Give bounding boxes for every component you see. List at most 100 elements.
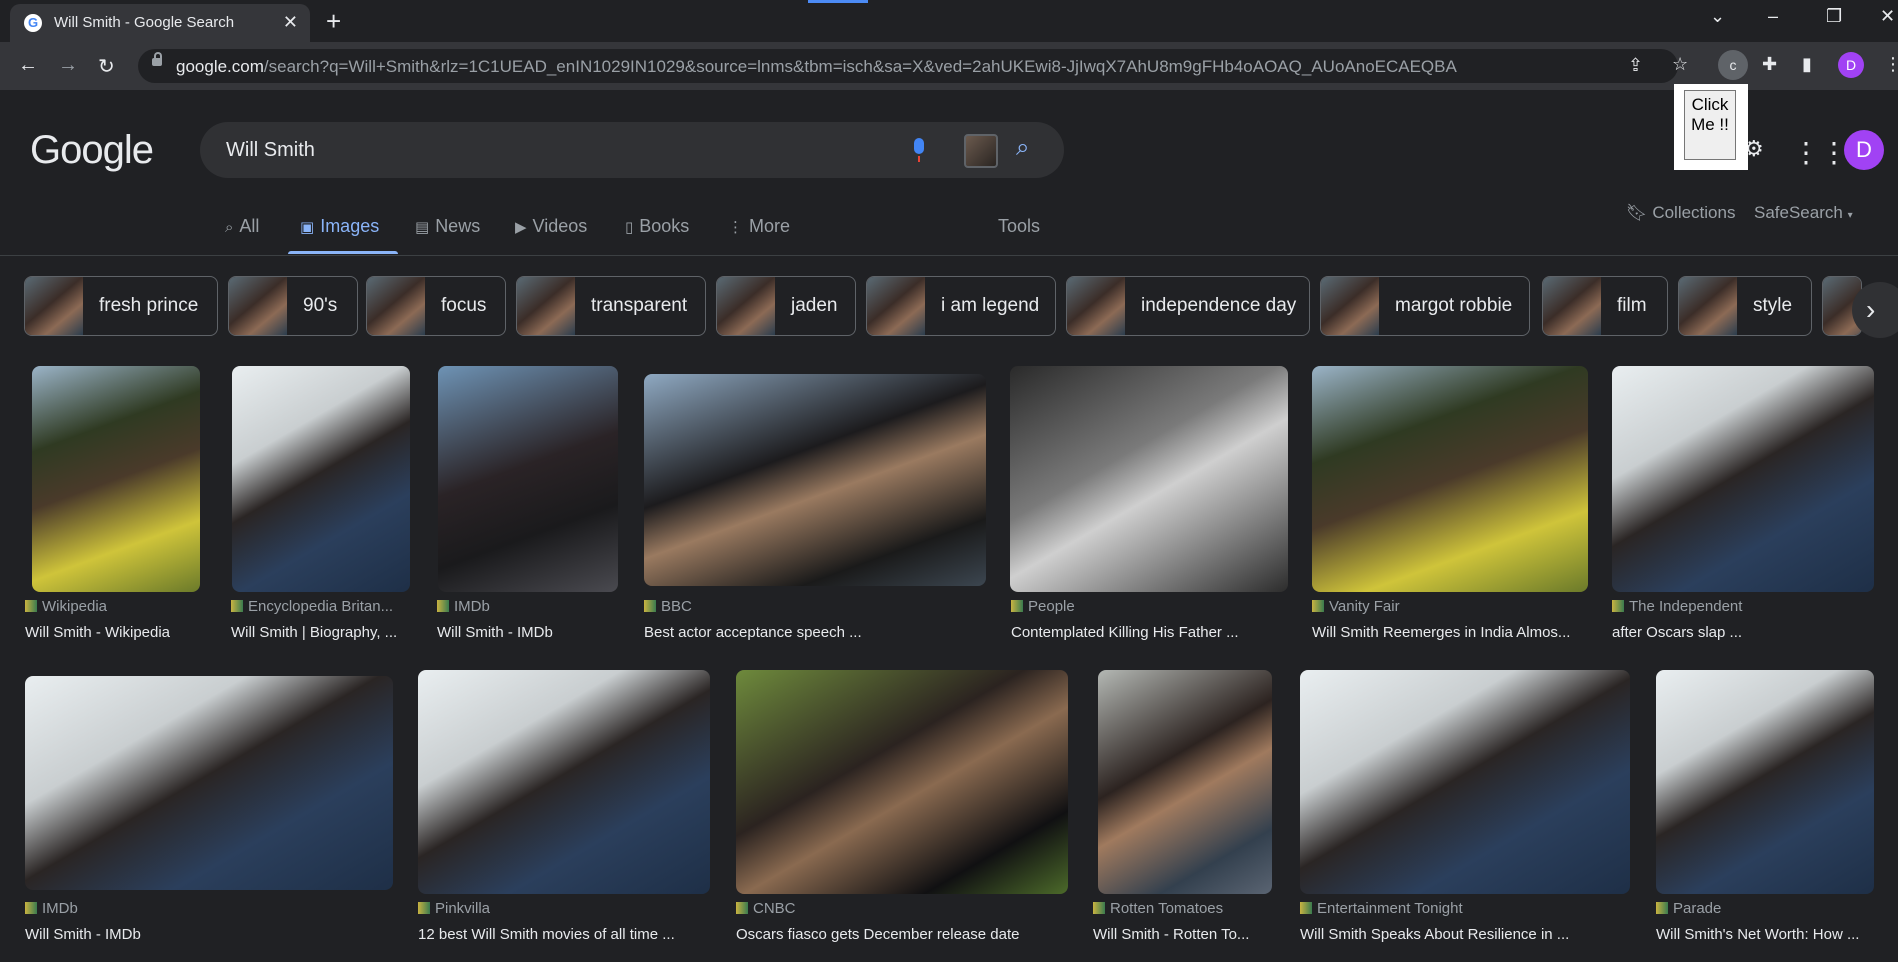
chip-margot-robbie[interactable]: margot robbie <box>1320 276 1530 336</box>
safesearch-dropdown[interactable]: SafeSearch ▾ <box>1754 203 1853 223</box>
voice-search-icon[interactable] <box>914 138 924 162</box>
back-icon[interactable]: ← <box>18 54 38 77</box>
account-avatar[interactable]: D <box>1844 130 1884 170</box>
google-logo[interactable]: Google <box>30 128 154 173</box>
result-thumbnail[interactable] <box>1300 670 1630 894</box>
result-thumbnail[interactable] <box>1098 670 1272 894</box>
browser-tab[interactable]: G Will Smith - Google Search ✕ <box>10 4 310 42</box>
result-thumbnail[interactable] <box>25 676 393 890</box>
result-thumbnail[interactable] <box>232 366 410 592</box>
chip-independence-day[interactable]: independence day <box>1066 276 1310 336</box>
result-thumbnail[interactable] <box>1010 366 1288 592</box>
chip-label: margot robbie <box>1395 295 1513 316</box>
result-source[interactable]: Parade <box>1656 900 1721 917</box>
result-title[interactable]: Best actor acceptance speech ... <box>644 624 984 641</box>
result-title[interactable]: Will Smith | Biography, ... <box>231 624 411 641</box>
result-source[interactable]: Pinkvilla <box>418 900 490 917</box>
result-thumbnail[interactable] <box>32 366 200 592</box>
tab-books[interactable]: ▯ Books <box>625 216 689 237</box>
reload-icon[interactable]: ↻ <box>98 54 115 79</box>
chip-focus[interactable]: focus <box>366 276 506 336</box>
result-source[interactable]: IMDb <box>25 900 78 917</box>
video-icon: ▶ <box>515 219 527 236</box>
chip-label: film <box>1617 295 1647 316</box>
result-source[interactable]: Rotten Tomatoes <box>1093 900 1223 917</box>
forward-icon[interactable]: → <box>58 54 78 77</box>
browser-tab-strip: G Will Smith - Google Search ✕ + ⌄ – ❐ ✕ <box>0 0 1898 42</box>
result-source[interactable]: People <box>1011 598 1075 615</box>
close-tab-icon[interactable]: ✕ <box>283 12 298 33</box>
window-close-icon[interactable]: ✕ <box>1880 6 1895 27</box>
tab-news[interactable]: ▤ News <box>415 216 480 237</box>
result-title[interactable]: Contemplated Killing His Father ... <box>1011 624 1289 641</box>
result-thumbnail[interactable] <box>736 670 1068 894</box>
result-thumbnail[interactable] <box>1312 366 1588 592</box>
tools-button[interactable]: Tools <box>998 216 1040 237</box>
result-title[interactable]: Will Smith - IMDb <box>25 926 393 943</box>
result-title[interactable]: 12 best Will Smith movies of all time ..… <box>418 926 710 943</box>
result-title[interactable]: Will Smith - Rotten To... <box>1093 926 1275 943</box>
result-title[interactable]: Will Smith - IMDb <box>437 624 617 641</box>
search-box[interactable]: Will Smith ⌕ <box>200 122 1064 178</box>
tab-videos[interactable]: ▶ Videos <box>515 216 587 237</box>
result-title[interactable]: Will Smith Speaks About Resilience in ..… <box>1300 926 1630 943</box>
result-source[interactable]: BBC <box>644 598 692 615</box>
tab-more[interactable]: ⋮ More <box>728 216 790 237</box>
result-source[interactable]: Vanity Fair <box>1312 598 1400 615</box>
browser-menu-icon[interactable]: ⋮ <box>1884 54 1898 75</box>
search-input[interactable]: Will Smith <box>226 139 315 162</box>
url-text[interactable]: google.com/search?q=Will+Smith&rlz=1C1UE… <box>176 57 1457 77</box>
result-title[interactable]: Will Smith - Wikipedia <box>25 624 205 641</box>
browser-toolbar: ← → ↻ google.com/search?q=Will+Smith&rlz… <box>0 42 1898 90</box>
chip-label: independence day <box>1141 295 1297 316</box>
chip-fresh-prince[interactable]: fresh prince <box>24 276 218 336</box>
chip-style[interactable]: style <box>1678 276 1812 336</box>
search-icon[interactable]: ⌕ <box>1016 134 1029 162</box>
result-title[interactable]: after Oscars slap ... <box>1612 624 1874 641</box>
side-panel-icon[interactable]: ▮ <box>1802 54 1812 75</box>
restore-icon[interactable]: ❐ <box>1826 6 1842 27</box>
book-icon: ▯ <box>625 219 634 236</box>
result-thumbnail[interactable] <box>644 374 986 586</box>
tab-all[interactable]: ⌕ All <box>225 216 259 237</box>
chip-label: focus <box>441 295 487 316</box>
browser-profile-avatar[interactable]: D <box>1838 52 1864 78</box>
result-source[interactable]: IMDb <box>437 598 490 615</box>
result-title[interactable]: Will Smith's Net Worth: How ... <box>1656 926 1874 943</box>
collections-link[interactable]: 🔖︎ Collections <box>1626 203 1735 223</box>
chip-90s[interactable]: 90's <box>228 276 358 336</box>
chip-film[interactable]: film <box>1542 276 1668 336</box>
chip-thumbnail <box>717 277 775 335</box>
new-tab-icon[interactable]: + <box>326 6 341 37</box>
chip-jaden[interactable]: jaden <box>716 276 856 336</box>
result-thumbnail[interactable] <box>418 670 710 894</box>
result-source[interactable]: Encyclopedia Britan... <box>231 598 393 615</box>
chip-i-am-legend[interactable]: i am legend <box>866 276 1056 336</box>
extensions-puzzle-icon[interactable]: ✚ <box>1762 54 1777 75</box>
extension-c-icon[interactable]: c <box>1718 50 1748 80</box>
address-bar[interactable]: google.com/search?q=Will+Smith&rlz=1C1UE… <box>138 49 1678 83</box>
tab-search-chevron-icon[interactable]: ⌄ <box>1710 6 1725 27</box>
source-favicon-icon <box>1093 902 1105 914</box>
share-icon[interactable]: ⇪ <box>1628 55 1643 76</box>
result-thumbnail[interactable] <box>1656 670 1874 894</box>
bookmark-star-icon[interactable]: ☆ <box>1672 54 1688 75</box>
minimize-icon[interactable]: – <box>1768 6 1778 27</box>
chip-thumbnail <box>1679 277 1737 335</box>
result-thumbnail[interactable] <box>438 366 618 592</box>
chip-thumbnail <box>367 277 425 335</box>
caret-down-icon: ▾ <box>1847 210 1853 221</box>
tab-images[interactable]: ▣ Images <box>300 216 379 237</box>
search-by-image-icon[interactable] <box>964 134 998 168</box>
chip-thumbnail <box>867 277 925 335</box>
result-source[interactable]: Wikipedia <box>25 598 107 615</box>
result-source[interactable]: Entertainment Tonight <box>1300 900 1463 917</box>
source-favicon-icon <box>644 600 656 612</box>
result-source[interactable]: The Independent <box>1612 598 1742 615</box>
chip-transparent[interactable]: transparent <box>516 276 706 336</box>
result-source[interactable]: CNBC <box>736 900 796 917</box>
result-title[interactable]: Oscars fiasco gets December release date <box>736 926 1068 943</box>
click-me-button[interactable]: Click Me !! <box>1684 90 1736 160</box>
result-title[interactable]: Will Smith Reemerges in India Almos... <box>1312 624 1590 641</box>
result-thumbnail[interactable] <box>1612 366 1874 592</box>
